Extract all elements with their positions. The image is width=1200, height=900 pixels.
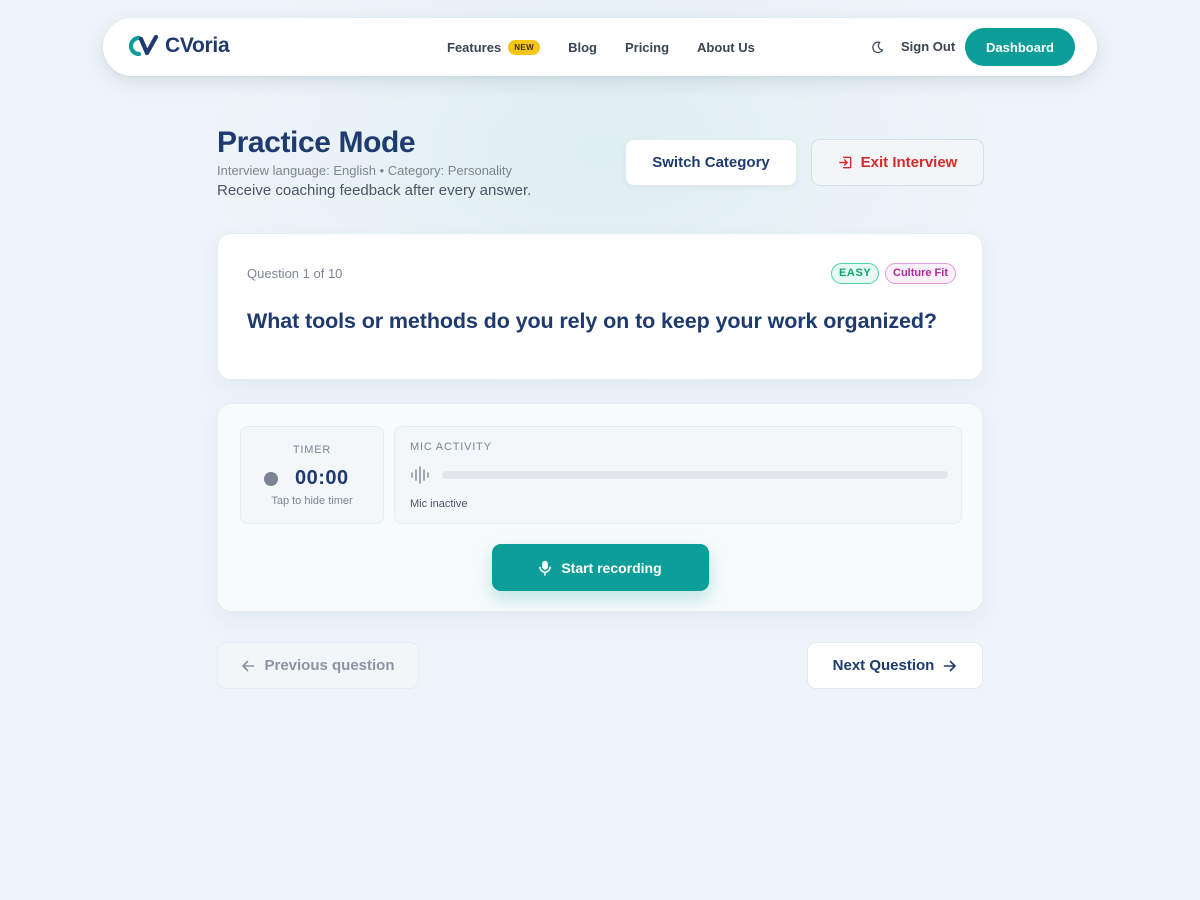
nav-link-about[interactable]: About Us: [697, 40, 755, 55]
nav-link-features[interactable]: Features NEW: [447, 39, 541, 55]
arrow-right-icon: [943, 659, 957, 673]
recording-indicator-dot: [264, 472, 278, 486]
timer-panel[interactable]: TIMER 00:00 Tap to hide timer: [240, 426, 384, 524]
next-question-button[interactable]: Next Question: [807, 642, 983, 689]
page-description: Receive coaching feedback after every an…: [217, 182, 532, 199]
question-text: What tools or methods do you rely on to …: [247, 309, 937, 333]
next-question-label: Next Question: [832, 657, 935, 674]
mic-status: Mic inactive: [410, 498, 468, 510]
timer-hint: Tap to hide timer: [271, 495, 353, 507]
previous-question-button[interactable]: Previous question: [217, 642, 419, 689]
nav-link-blog[interactable]: Blog: [568, 40, 597, 55]
previous-question-label: Previous question: [264, 657, 395, 674]
start-recording-button[interactable]: Start recording: [492, 544, 709, 591]
cv-monogram-icon: [128, 34, 159, 57]
exit-icon: [838, 155, 853, 170]
sign-out-link[interactable]: Sign Out: [901, 39, 955, 54]
exit-interview-label: Exit Interview: [860, 154, 958, 171]
brand[interactable]: CVoria: [125, 32, 230, 60]
timer-value: 00:00: [295, 467, 349, 489]
mic-activity-panel: MIC ACTIVITY Mic inactive: [394, 426, 962, 524]
exit-interview-button[interactable]: Exit Interview: [811, 139, 984, 186]
switch-category-button[interactable]: Switch Category: [625, 139, 797, 186]
nav-link-features-label: Features: [447, 39, 502, 55]
new-badge: NEW: [508, 39, 541, 55]
dashboard-button[interactable]: Dashboard: [965, 28, 1075, 66]
mic-level-meter: [442, 471, 948, 479]
top-navbar: CVoria Features NEW Blog Pricing About U…: [103, 18, 1097, 76]
brand-name: CVoria: [165, 34, 230, 57]
difficulty-badge: EASY: [831, 263, 880, 284]
question-card: Question 1 of 10 EASY Culture Fit What t…: [217, 233, 983, 380]
category-tag: Culture Fit: [885, 263, 956, 284]
microphone-icon: [539, 560, 552, 576]
mic-activity-label: MIC ACTIVITY: [410, 441, 492, 453]
interview-meta: Interview language: English • Category: …: [217, 163, 513, 178]
nav-links: Features NEW Blog Pricing About Us: [447, 18, 783, 76]
theme-toggle[interactable]: [869, 39, 885, 55]
moon-icon: [871, 41, 883, 53]
timer-label: TIMER: [292, 444, 332, 456]
audio-waveform-icon: [411, 466, 429, 484]
question-counter: Question 1 of 10: [247, 266, 343, 281]
nav-link-pricing[interactable]: Pricing: [625, 40, 669, 55]
recorder-card: TIMER 00:00 Tap to hide timer MIC ACTIVI…: [217, 403, 983, 612]
page-title: Practice Mode: [217, 126, 416, 159]
start-recording-label: Start recording: [561, 559, 662, 576]
arrow-left-icon: [241, 659, 255, 673]
